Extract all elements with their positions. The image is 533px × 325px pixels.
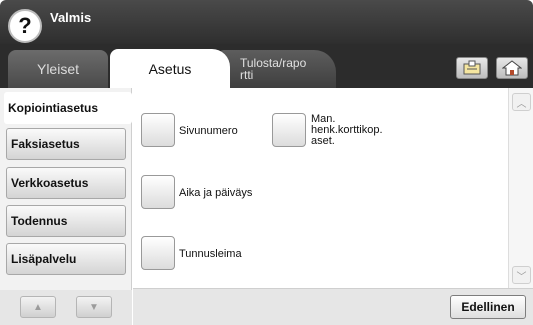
menu-down-button[interactable]: ▼	[76, 296, 112, 318]
job-status-button[interactable]	[456, 57, 488, 79]
scrollbar[interactable]: ︿ ﹀	[508, 88, 533, 288]
help-icon[interactable]: ?	[8, 9, 42, 43]
menu-item-todennus[interactable]: Todennus	[6, 205, 126, 237]
tab-bar: Yleiset Tulosta/rapo rtti Asetus	[0, 44, 533, 89]
aika-ja-paivays-label: Aika ja päiväys	[179, 187, 253, 199]
tab-tulosta-raportti[interactable]: Tulosta/rapo rtti	[218, 50, 336, 88]
job-status-icon	[463, 60, 481, 75]
menu-item-lisapalvelu[interactable]: Lisäpalvelu	[6, 243, 126, 275]
home-button[interactable]	[496, 57, 528, 79]
chevron-up-icon: ︿	[516, 98, 527, 110]
menu-up-button[interactable]: ▲	[20, 296, 56, 318]
tunnusleima-button[interactable]	[141, 236, 175, 270]
man-henkkorttikop-button[interactable]	[272, 113, 306, 147]
status-text: Valmis	[50, 10, 92, 25]
tab-tulosta-label: Tulosta/rapo rtti	[240, 56, 307, 82]
back-button[interactable]: Edellinen	[450, 295, 526, 319]
tab-asetus[interactable]: Asetus	[110, 49, 230, 89]
man-henkkorttikop-label: Man. henk.korttikop. aset.	[311, 113, 383, 147]
scroll-down-button[interactable]: ﹀	[512, 266, 531, 284]
chevron-down-icon: ﹀	[516, 271, 527, 283]
sivunumero-button[interactable]	[141, 113, 175, 147]
down-arrow-icon: ▼	[89, 301, 99, 313]
home-icon	[502, 60, 522, 76]
menu-item-faksiasetus[interactable]: Faksiasetus	[6, 128, 126, 160]
menu-nav: ▲ ▼	[0, 290, 132, 325]
menu-item-verkkoasetus[interactable]: Verkkoasetus	[6, 167, 126, 199]
settings-content: Sivunumero Man. henk.korttikop. aset. Ai…	[133, 88, 508, 288]
aika-ja-paivays-button[interactable]	[141, 175, 175, 209]
scroll-up-button[interactable]: ︿	[512, 93, 531, 111]
menu-item-kopiointiasetus[interactable]: Kopiointiasetus	[4, 92, 132, 124]
tab-yleiset[interactable]: Yleiset	[8, 50, 108, 88]
tunnusleima-label: Tunnusleima	[179, 248, 242, 260]
bottom-bar: Edellinen	[133, 288, 533, 325]
sivunumero-label: Sivunumero	[179, 125, 238, 137]
up-arrow-icon: ▲	[33, 301, 43, 313]
